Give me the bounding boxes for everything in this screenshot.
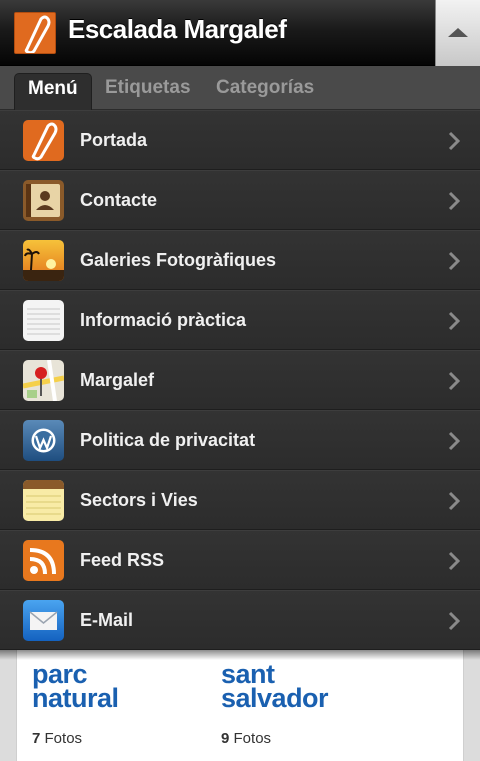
menu-item-label: Margalef — [80, 370, 155, 390]
photo-count-label: Fotos — [233, 730, 272, 747]
menu-item-label: Galeries Fotogràfiques — [80, 250, 277, 270]
chevron-right-icon — [448, 311, 460, 331]
menu-shadow — [0, 650, 480, 660]
gallery-background: parc natural sant salvador 7 Fotos 9 Fot… — [16, 650, 464, 761]
menu-item-portada[interactable]: Portada — [0, 110, 480, 170]
menu-item-label: Informació pràctica — [80, 310, 247, 330]
gallery-card-parc-natural[interactable]: parc natural — [32, 661, 119, 713]
chevron-right-icon — [448, 611, 460, 631]
menu-item-galeries[interactable]: Galeries Fotogràfiques — [0, 230, 480, 290]
notes-page-icon — [23, 300, 64, 341]
menu-item-sectors[interactable]: Sectors i Vies — [0, 470, 480, 530]
mail-icon — [23, 600, 64, 641]
tab-bar: Menú Etiquetas Categorías — [0, 66, 480, 110]
tab-etiquetas[interactable]: Etiquetas — [92, 73, 204, 110]
sunset-photo-icon — [23, 240, 64, 281]
tab-categorias[interactable]: Categorías — [203, 73, 327, 110]
menu-item-label: E-Mail — [80, 610, 134, 630]
menu-item-label: Sectors i Vies — [80, 490, 198, 510]
chevron-right-icon — [448, 131, 460, 151]
collapse-menu-button[interactable] — [435, 0, 480, 66]
app-header: Escalada Margalef — [0, 0, 480, 66]
rss-icon — [23, 540, 64, 581]
chevron-right-icon — [448, 191, 460, 211]
gallery-logo-line: salvador — [221, 683, 329, 713]
map-pin-icon — [23, 360, 64, 401]
menu-item-privacitat[interactable]: Politica de privacitat — [0, 410, 480, 470]
carabiner-logo-icon[interactable] — [14, 12, 56, 54]
photo-count-label: Fotos — [44, 730, 83, 747]
menu-item-contacte[interactable]: Contacte — [0, 170, 480, 230]
chevron-right-icon — [448, 371, 460, 391]
carabiner-icon — [23, 120, 64, 161]
chevron-right-icon — [448, 551, 460, 571]
photo-count-number: 9 — [221, 730, 230, 747]
menu-item-label: Portada — [80, 130, 148, 150]
menu-item-label: Feed RSS — [80, 550, 165, 570]
gallery-logo-line: natural — [32, 683, 119, 713]
notepad-icon — [23, 480, 64, 521]
menu-item-informacio[interactable]: Informació pràctica — [0, 290, 480, 350]
contacts-icon — [23, 180, 64, 221]
chevron-up-icon — [448, 28, 468, 37]
photo-count: 7 Fotos — [32, 730, 82, 747]
gallery-card-sant-salvador[interactable]: sant salvador — [221, 661, 329, 713]
tab-menu[interactable]: Menú — [14, 73, 92, 110]
photo-count-number: 7 — [32, 730, 41, 747]
app-root: Escalada Margalef Menú Etiquetas Categor… — [0, 0, 480, 761]
photo-count: 9 Fotos — [221, 730, 271, 747]
wordpress-icon — [23, 420, 64, 461]
menu-list: Portada Contacte Galeries Fotogràfiques … — [0, 110, 480, 650]
chevron-right-icon — [448, 491, 460, 511]
menu-item-margalef[interactable]: Margalef — [0, 350, 480, 410]
chevron-right-icon — [448, 251, 460, 271]
app-title: Escalada Margalef — [68, 14, 287, 44]
chevron-right-icon — [448, 431, 460, 451]
menu-item-feed-rss[interactable]: Feed RSS — [0, 530, 480, 590]
menu-item-label: Contacte — [80, 190, 158, 210]
menu-item-email[interactable]: E-Mail — [0, 590, 480, 650]
menu-item-label: Politica de privacitat — [80, 430, 256, 450]
